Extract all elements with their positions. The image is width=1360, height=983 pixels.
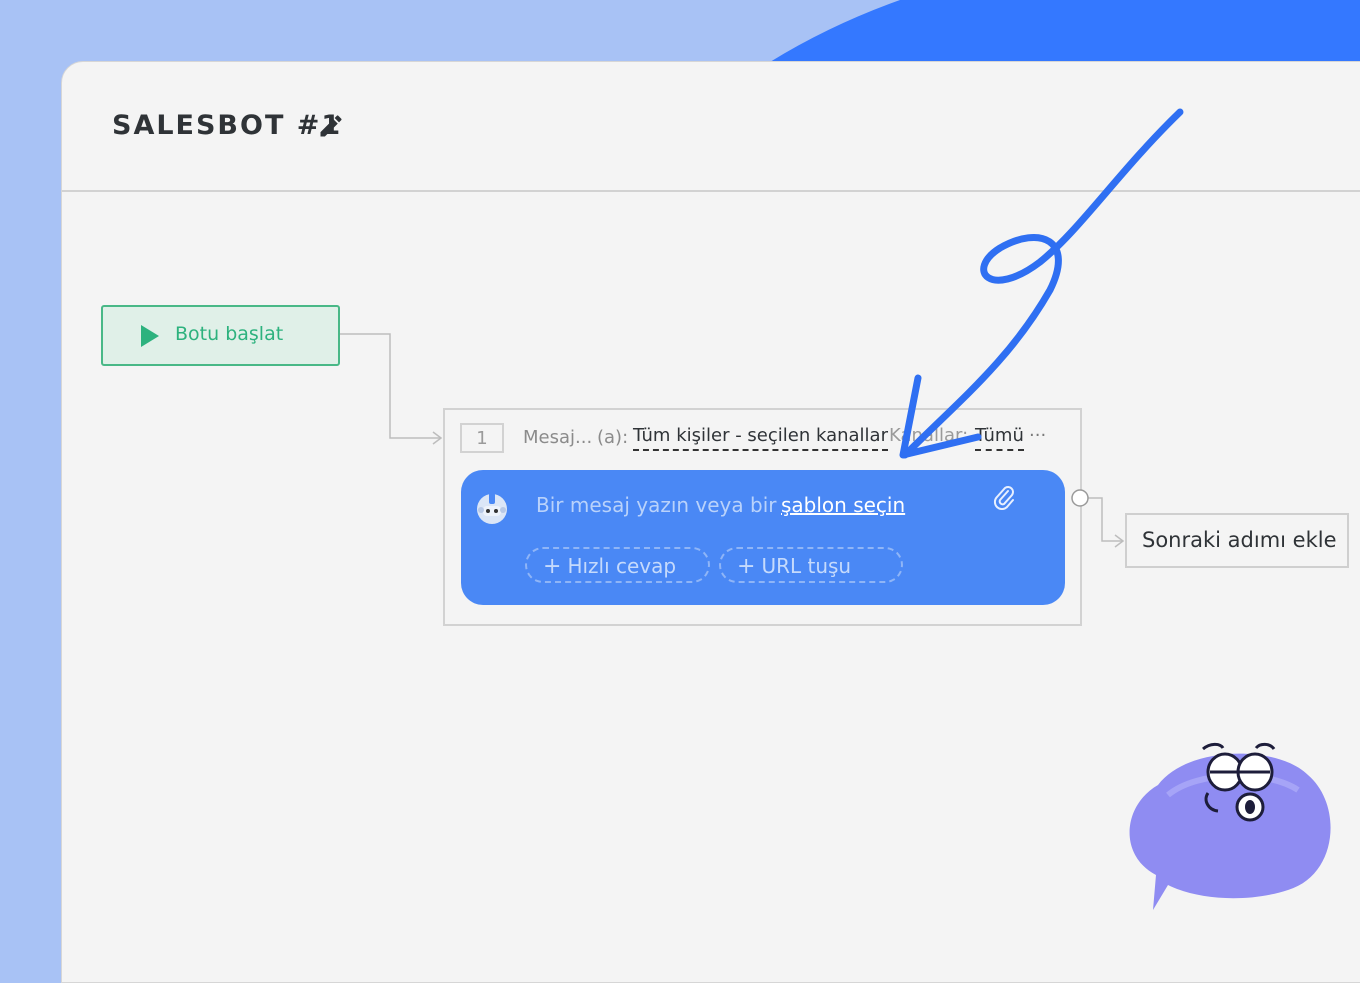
bot-avatar-icon [477,493,507,524]
step-more-menu[interactable]: ··· [1029,425,1046,446]
step-number: 1 [460,423,504,453]
message-input-placeholder[interactable]: Bir mesaj yazın veya bir [536,493,776,517]
step-channel-label: Kanallar: [889,425,969,446]
start-node-label: Botu başlat [175,323,284,345]
play-icon [141,325,159,347]
message-card[interactable]: Bir mesaj yazın veya bir şablon seçin + H… [461,470,1065,605]
url-button-button[interactable]: + URL tuşu [719,547,903,583]
output-connector-handle[interactable] [1070,488,1090,508]
start-bot-node[interactable]: Botu başlat [101,305,340,366]
step-channel-selector[interactable]: Tümü [975,425,1024,451]
step-type-label: Mesaj... [523,427,593,448]
url-button-label: URL tuşu [761,554,852,578]
message-step-block[interactable]: 1 Mesaj... (a): Tüm kişiler - seçilen ka… [443,408,1082,626]
quick-reply-button[interactable]: + Hızlı cevap [525,547,710,583]
step-sub-label: (a): [597,427,629,448]
add-next-step-button[interactable]: Sonraki adımı ekle [1125,513,1349,568]
template-select-link[interactable]: şablon seçin [781,493,905,517]
step-target-selector[interactable]: Tüm kişiler - seçilen kanallar [633,425,888,451]
quick-reply-label: Hızlı cevap [567,554,677,578]
plus-icon: + [737,554,756,579]
salesbot-editor-window: SALESBOT #1 Botu başlat 1 Mesaj... (a): … [61,61,1360,983]
attachment-icon[interactable] [993,484,1015,510]
plus-icon: + [543,554,562,579]
